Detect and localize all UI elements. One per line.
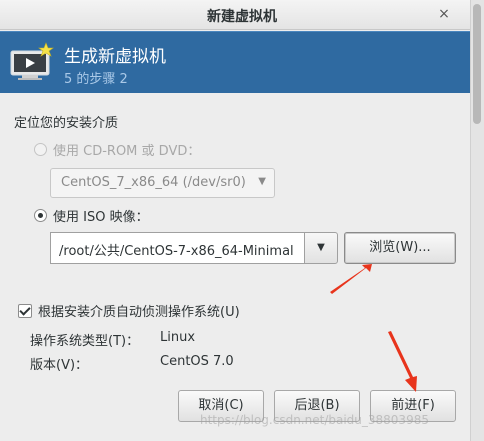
wizard-header: 生成新虚拟机 5 的步骤 2 bbox=[0, 31, 470, 93]
vm-monitor-star-icon bbox=[10, 42, 54, 80]
iso-radio-label: 使用 ISO 映像： bbox=[53, 210, 149, 225]
cdrom-radio-row: 使用 CD-ROM 或 DVD： bbox=[34, 140, 200, 159]
autodetect-label: 根据安装介质自动侦测操作系统(U) bbox=[38, 305, 240, 320]
iso-radio[interactable] bbox=[34, 209, 47, 222]
autodetect-row: 根据安装介质自动侦测操作系统(U) bbox=[18, 301, 240, 320]
cdrom-device-value: CentOS_7_x86_64 (/dev/sr0) bbox=[61, 175, 246, 190]
browse-button[interactable]: 浏览(W)... bbox=[344, 232, 456, 264]
close-icon[interactable]: × bbox=[434, 4, 454, 24]
title-bar: 新建虚拟机 × bbox=[0, 0, 484, 30]
vertical-scrollbar[interactable] bbox=[470, 0, 484, 441]
annotation-arrow-forward bbox=[388, 331, 417, 392]
os-version-label: 版本(V)： bbox=[30, 358, 89, 373]
iso-radio-row: 使用 ISO 映像： bbox=[34, 206, 149, 225]
cdrom-radio[interactable] bbox=[34, 143, 47, 156]
section-label: 定位您的安装介质 bbox=[14, 116, 119, 131]
scrollbar-thumb[interactable] bbox=[473, 4, 481, 124]
iso-history-dropdown[interactable]: ▼ bbox=[304, 232, 338, 264]
os-type-label: 操作系统类型(T)： bbox=[30, 334, 140, 349]
annotation-arrow-browse bbox=[330, 264, 372, 294]
cdrom-device-combo[interactable]: CentOS_7_x86_64 (/dev/sr0) ▼ bbox=[50, 168, 275, 198]
os-version-value: CentOS 7.0 bbox=[160, 354, 234, 369]
iso-path-input[interactable]: /root/公共/CentOS-7-x86_64-Minimal bbox=[50, 232, 310, 264]
chevron-down-icon: ▼ bbox=[258, 176, 266, 187]
cdrom-radio-label: 使用 CD-ROM 或 DVD： bbox=[53, 144, 201, 159]
wizard-title: 生成新虚拟机 bbox=[64, 47, 166, 67]
os-type-value: Linux bbox=[160, 330, 196, 345]
wizard-step: 5 的步骤 2 bbox=[64, 72, 128, 87]
watermark: https://blog.csdn.net/baidu_38803985 bbox=[200, 413, 429, 427]
window-title: 新建虚拟机 bbox=[207, 9, 277, 25]
chevron-down-icon: ▼ bbox=[317, 242, 325, 253]
autodetect-checkbox[interactable] bbox=[18, 303, 32, 318]
